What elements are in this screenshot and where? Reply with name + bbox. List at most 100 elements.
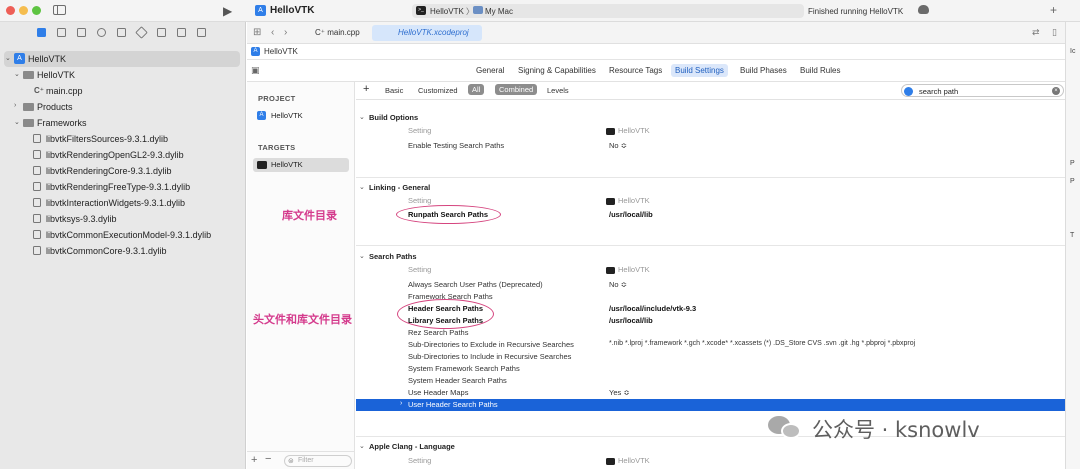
chevron-down-icon[interactable]: ⌄ — [359, 113, 365, 121]
setting-row[interactable]: Rez Search Paths — [356, 327, 1065, 339]
filter-levels[interactable]: Levels — [547, 86, 569, 95]
setting-value[interactable]: /usr/local/lib — [609, 316, 653, 325]
nav-item-library[interactable]: libvtkRenderingCore-9.3.1.dylib — [0, 163, 246, 179]
chevron-down-icon[interactable]: ⌄ — [5, 54, 11, 62]
nav-item-group[interactable]: ⌄ HelloVTK — [0, 67, 246, 83]
setting-value[interactable]: /usr/local/lib — [609, 210, 653, 219]
nav-item-library[interactable]: libvtksys-9.3.dylib — [0, 211, 246, 227]
back-icon[interactable]: ‹ — [271, 27, 274, 38]
nav-item-library[interactable]: libvtkInteractionWidgets-9.3.1.dylib — [0, 195, 246, 211]
nav-item-file[interactable]: C⁺ main.cpp — [0, 83, 246, 99]
section-linking-general[interactable]: ⌄ Linking - General — [356, 181, 1065, 195]
window-title: HelloVTK — [270, 5, 315, 16]
setting-value[interactable]: *.nib *.lproj *.framework *.gch *.xcode*… — [609, 340, 915, 347]
chevron-down-icon[interactable]: ⌄ — [14, 118, 20, 126]
close-window-button[interactable] — [6, 6, 15, 15]
remove-target-icon[interactable]: − — [265, 453, 271, 465]
split-editor-icon[interactable]: ▯ — [1052, 27, 1057, 38]
section-build-options[interactable]: ⌄ Build Options — [356, 111, 1065, 125]
tab-build-rules[interactable]: Build Rules — [800, 66, 840, 75]
breadcrumb-item[interactable]: HelloVTK — [264, 47, 298, 56]
tab-signing[interactable]: Signing & Capabilities — [518, 66, 596, 75]
nav-item-library[interactable]: libvtkCommonExecutionModel-9.3.1.dylib — [0, 227, 246, 243]
tab-xcodeproj[interactable]: HelloVTK.xcodeproj — [372, 25, 482, 41]
source-control-icon[interactable] — [57, 28, 66, 37]
tab-build-phases[interactable]: Build Phases — [740, 66, 787, 75]
setting-name: Sub-Directories to Include in Recursive … — [408, 352, 572, 361]
minimize-window-button[interactable] — [19, 6, 28, 15]
nav-item-library[interactable]: libvtkCommonCore-9.3.1.dylib — [0, 243, 246, 259]
project-navigator: ⌄ A HelloVTK ⌄ HelloVTK C⁺ main.cpp › Pr… — [0, 22, 246, 469]
folder-navigator-icon[interactable] — [37, 28, 46, 37]
chevron-down-icon[interactable]: ⌄ — [359, 183, 365, 191]
refresh-icon[interactable]: ⇄ — [1032, 27, 1040, 38]
test-navigator-icon[interactable] — [135, 26, 148, 39]
tab-general[interactable]: General — [476, 66, 504, 75]
search-value[interactable]: search path — [919, 87, 958, 96]
breakpoint-navigator-icon[interactable] — [177, 28, 186, 37]
sidebar-toggle-icon[interactable]: ▣ — [251, 65, 260, 76]
forward-icon[interactable]: › — [284, 27, 287, 38]
library-icon — [33, 166, 41, 175]
setting-row[interactable]: System Framework Search Paths — [356, 363, 1065, 375]
chevron-right-icon[interactable]: › — [400, 400, 402, 407]
add-setting-button[interactable]: + — [363, 83, 369, 95]
filter-combined[interactable]: Combined — [495, 84, 538, 95]
nav-item-label: libvtkRenderingCore-9.3.1.dylib — [46, 166, 172, 176]
target-item[interactable]: HelloVTK — [253, 158, 349, 172]
nav-item-library[interactable]: libvtkRenderingFreeType-9.3.1.dylib — [0, 179, 246, 195]
nav-item-label: main.cpp — [46, 86, 83, 96]
setting-value[interactable]: No ≎ — [609, 280, 627, 289]
run-destination[interactable]: My Mac — [485, 7, 513, 16]
chevron-down-icon[interactable]: ⌄ — [14, 70, 20, 78]
sidebar-toggle-icon[interactable] — [53, 5, 66, 15]
target-item-label: HelloVTK — [271, 160, 303, 169]
nav-item-project[interactable]: ⌄ A HelloVTK — [4, 51, 240, 67]
search-input[interactable]: search path × — [901, 84, 1064, 97]
tab-resource-tags[interactable]: Resource Tags — [609, 66, 662, 75]
nav-item-label: HelloVTK — [37, 70, 76, 80]
nav-item-library[interactable]: libvtkFiltersSources-9.3.1.dylib — [0, 131, 246, 147]
nav-item-group[interactable]: ⌄ Frameworks — [0, 115, 246, 131]
setting-value[interactable]: /usr/local/include/vtk-9.3 — [609, 304, 696, 313]
zoom-window-button[interactable] — [32, 6, 41, 15]
run-icon[interactable]: ▶ — [223, 4, 232, 18]
debug-navigator-icon[interactable] — [157, 28, 166, 37]
setting-row[interactable]: Sub-Directories to Include in Recursive … — [356, 351, 1065, 363]
add-target-icon[interactable]: + — [251, 454, 257, 466]
setting-name: Enable Testing Search Paths — [408, 141, 505, 150]
setting-row[interactable]: Always Search User Paths (Deprecated) No… — [356, 279, 1065, 291]
annotation-library-dir: 库文件目录 — [282, 209, 337, 222]
symbol-navigator-icon[interactable] — [77, 28, 86, 37]
chevron-down-icon[interactable]: ⌄ — [359, 442, 365, 450]
clear-search-icon[interactable]: × — [1052, 87, 1060, 95]
tab-build-settings[interactable]: Build Settings — [671, 64, 728, 77]
section-search-paths[interactable]: ⌄ Search Paths — [356, 250, 1065, 264]
setting-value[interactable]: Yes ≎ — [609, 388, 630, 397]
nav-item-library[interactable]: libvtkRenderingOpenGL2-9.3.dylib — [0, 147, 246, 163]
setting-value[interactable]: No ≎ — [609, 141, 627, 150]
filter-all[interactable]: All — [468, 84, 485, 95]
nav-item-label: libvtkFiltersSources-9.3.1.dylib — [46, 134, 169, 144]
setting-row[interactable]: Use Header Maps Yes ≎ — [356, 387, 1065, 399]
add-tab-icon[interactable]: + — [1050, 3, 1057, 17]
setting-row[interactable]: Sub-Directories to Exclude in Recursive … — [356, 339, 1065, 351]
terminal-icon — [606, 458, 615, 465]
nav-item-group[interactable]: › Products — [0, 99, 246, 115]
chevron-down-icon[interactable]: ⌄ — [359, 252, 365, 260]
project-item-label: HelloVTK — [271, 111, 303, 120]
filter-input[interactable]: ⊜ Filter — [284, 455, 352, 467]
chevron-right-icon[interactable]: › — [14, 102, 16, 109]
find-navigator-icon[interactable] — [97, 28, 106, 37]
setting-row[interactable]: System Header Search Paths — [356, 375, 1065, 387]
issue-navigator-icon[interactable] — [117, 28, 126, 37]
setting-row-selected[interactable]: › User Header Search Paths — [356, 399, 1065, 411]
report-navigator-icon[interactable] — [197, 28, 206, 37]
filter-basic[interactable]: Basic — [385, 86, 403, 95]
project-item[interactable]: A HelloVTK — [253, 109, 349, 123]
grid-icon[interactable]: ⊞ — [253, 27, 261, 38]
tab-main-cpp[interactable]: C⁺ main.cpp — [307, 25, 367, 41]
scheme-name[interactable]: HelloVTK — [430, 7, 464, 16]
filter-customized[interactable]: Customized — [418, 86, 458, 95]
setting-row[interactable]: Enable Testing Search Paths No ≎ — [356, 140, 1065, 152]
